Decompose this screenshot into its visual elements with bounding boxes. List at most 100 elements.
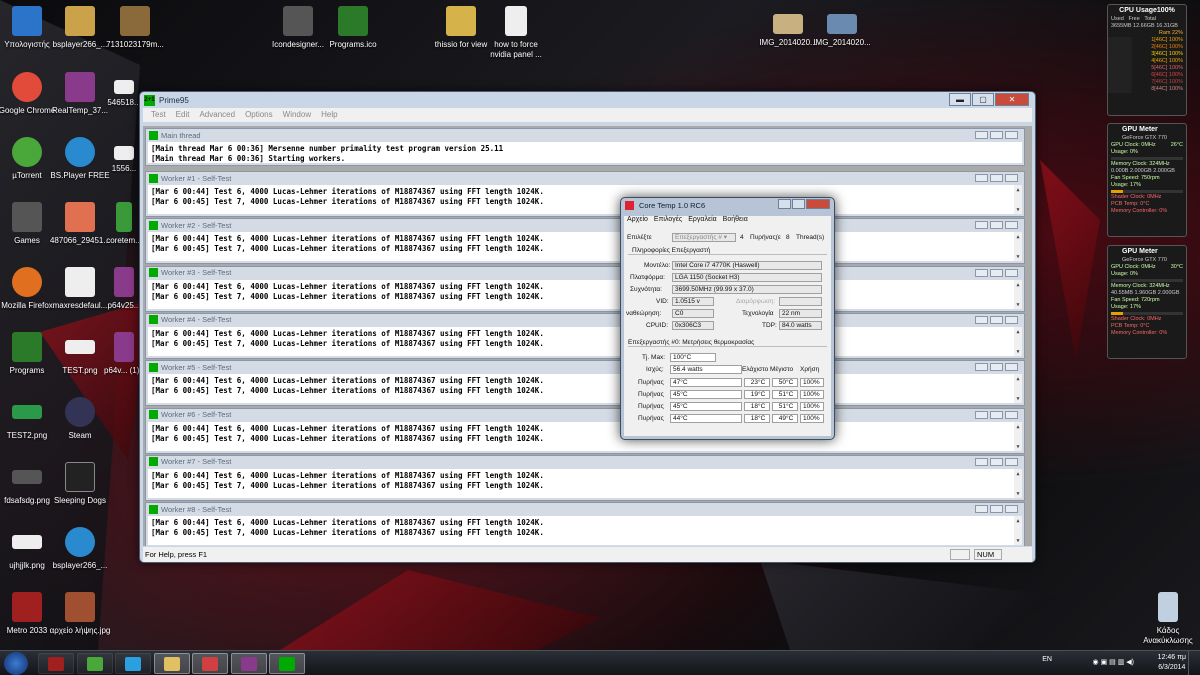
desktop-icon-archive-jpg[interactable]: αρχείο λήψης.jpg: [49, 592, 111, 636]
close-button[interactable]: [1005, 363, 1018, 372]
close-button[interactable]: ✕: [995, 93, 1029, 106]
menu-tools[interactable]: Εργαλεία: [688, 216, 716, 226]
worker-window-2[interactable]: Worker #2 - Self-Test [Mar 6 00:44] Test …: [145, 218, 1025, 265]
desktop-icon-1556[interactable]: 1556...: [104, 146, 144, 174]
desktop-icon-bsplayer-archive[interactable]: bsplayer266_...: [49, 6, 111, 50]
desktop-icon-546518[interactable]: 546518...: [104, 80, 144, 108]
cpu-usage-gadget[interactable]: CPU Usage100% Used Free Total 3655MB 12.…: [1107, 4, 1187, 116]
close-button[interactable]: [1005, 410, 1018, 419]
worker-log[interactable]: [Mar 6 00:44] Test 6, 4000 Lucas-Lehmer …: [148, 374, 1022, 404]
desktop-icon-sleeping-dogs[interactable]: Sleeping Dogs: [49, 462, 111, 506]
tray-icons[interactable]: ◉ ▣ ▤ ▥ ◀): [1093, 658, 1134, 666]
taskbar-button-explorer[interactable]: [153, 653, 190, 674]
maximize-button[interactable]: [990, 221, 1003, 230]
show-desktop-button[interactable]: [1188, 651, 1200, 675]
maximize-button[interactable]: [990, 174, 1003, 182]
desktop-icon-img1[interactable]: IMG_2014020...: [757, 14, 819, 48]
gpu-meter-gadget-1[interactable]: GPU Meter GeForce GTX 770 GPU Clock: 0MH…: [1107, 123, 1187, 237]
desktop-icon-steam[interactable]: Steam: [49, 397, 111, 441]
minimize-button[interactable]: [975, 131, 988, 139]
minimize-button[interactable]: ▬: [949, 93, 971, 106]
scrollbar[interactable]: ▲ ▼: [1014, 232, 1022, 262]
minimize-button[interactable]: [975, 457, 988, 466]
maximize-button[interactable]: [990, 131, 1003, 139]
desktop-icon-p64v-1[interactable]: p64v... (1)...: [104, 332, 144, 376]
worker-window-1[interactable]: Worker #1 - Self-Test [Mar 6 00:44] Test …: [145, 171, 1025, 217]
clock[interactable]: 12:46 πμ 6/3/2014: [1158, 653, 1186, 673]
worker-window-7[interactable]: Worker #7 - Self-Test [Mar 6 00:44] Test …: [145, 454, 1025, 501]
desktop-icon-coretemp[interactable]: coretem...: [104, 202, 144, 246]
worker-window-5[interactable]: Worker #5 - Self-Test [Mar 6 00:44] Test …: [145, 360, 1025, 407]
worker-log[interactable]: [Mar 6 00:44] Test 6, 4000 Lucas-Lehmer …: [148, 232, 1022, 262]
minimize-button[interactable]: [975, 221, 988, 230]
minimize-button[interactable]: [975, 315, 988, 324]
menu-advanced[interactable]: Advanced: [195, 108, 239, 122]
maximize-button[interactable]: [990, 363, 1003, 372]
desktop-icon-programs-ico[interactable]: Programs.ico: [322, 6, 384, 50]
maximize-button[interactable]: [990, 457, 1003, 466]
close-button[interactable]: [1005, 505, 1018, 514]
taskbar-button-metro[interactable]: [38, 653, 74, 674]
desktop-icon-maxresdefault[interactable]: maxresdefaul...: [49, 267, 111, 311]
close-button[interactable]: [1005, 221, 1018, 230]
worker-window-8[interactable]: Worker #8 - Self-Test [Mar 6 00:44] Test …: [145, 502, 1025, 546]
worker-window-6[interactable]: Worker #6 - Self-Test [Mar 6 00:44] Test …: [145, 407, 1025, 454]
processor-select[interactable]: Επεξεργαστής # ▾: [672, 233, 736, 242]
scrollbar[interactable]: ▲ ▼: [1014, 279, 1022, 309]
scrollbar[interactable]: ▲ ▼: [1014, 468, 1022, 498]
desktop-icon-realtemp[interactable]: RealTemp_37...: [49, 72, 111, 116]
desktop-icon-recycle-bin[interactable]: Κάδος Ανακύκλωσης: [1137, 592, 1199, 646]
desktop-icon-test[interactable]: TEST.png: [49, 332, 111, 376]
desktop-icon-thissio[interactable]: thissio for view: [430, 6, 492, 50]
start-button[interactable]: [4, 652, 28, 675]
menu-options[interactable]: Options: [241, 108, 277, 122]
coretemp-window[interactable]: Core Temp 1.0 RC6 Αρχείο Επιλογές Εργαλε…: [620, 197, 835, 440]
close-button[interactable]: [1005, 131, 1018, 139]
scrollbar[interactable]: ▲ ▼: [1014, 516, 1022, 546]
scrollbar[interactable]: ▲ ▼: [1014, 374, 1022, 404]
menu-file[interactable]: Αρχείο: [627, 216, 648, 226]
taskbar-button-prime95[interactable]: [269, 653, 305, 674]
close-button[interactable]: [1005, 315, 1018, 324]
menu-help[interactable]: Βοήθεια: [723, 216, 748, 226]
maximize-button[interactable]: [990, 315, 1003, 324]
taskbar-button-utorrent[interactable]: [76, 653, 113, 674]
menu-test[interactable]: Test: [147, 108, 170, 122]
prime95-titlebar[interactable]: 2+1 Prime95: [140, 92, 1035, 108]
scrollbar[interactable]: ▲ ▼: [1014, 326, 1022, 356]
worker-log[interactable]: [Mar 6 00:44] Test 6, 4000 Lucas-Lehmer …: [148, 516, 1022, 546]
worker-log[interactable]: [Mar 6 00:44] Test 6, 4000 Lucas-Lehmer …: [148, 185, 1022, 214]
taskbar-button-coretemp[interactable]: [192, 653, 228, 674]
close-button[interactable]: [1005, 174, 1018, 182]
taskbar-button-skype[interactable]: [115, 653, 151, 674]
scrollbar[interactable]: ▲ ▼: [1014, 185, 1022, 214]
main-thread-window[interactable]: Main thread [Main thread Mar 6 00:36] Me…: [145, 128, 1025, 166]
menu-window[interactable]: Window: [279, 108, 315, 122]
worker-log[interactable]: [Mar 6 00:44] Test 6, 4000 Lucas-Lehmer …: [148, 421, 1022, 451]
worker-log[interactable]: [Mar 6 00:44] Test 6, 4000 Lucas-Lehmer …: [148, 468, 1022, 498]
worker-log[interactable]: [Mar 6 00:44] Test 6, 4000 Lucas-Lehmer …: [148, 279, 1022, 309]
desktop-icon-icondesigner[interactable]: Icondesigner...: [267, 6, 329, 50]
desktop-icon-how-to-force[interactable]: how to force nvidia panel ...: [485, 6, 547, 60]
menu-help[interactable]: Help: [317, 108, 341, 122]
desktop-icon-img2[interactable]: IMG_2014020...: [811, 14, 873, 48]
close-button[interactable]: [1005, 457, 1018, 466]
desktop-icon-487066[interactable]: 487066_29451...: [49, 202, 111, 246]
maximize-button[interactable]: [792, 199, 805, 209]
minimize-button[interactable]: [975, 174, 988, 182]
maximize-button[interactable]: [990, 268, 1003, 277]
gpu-meter-gadget-2[interactable]: GPU Meter GeForce GTX 770 GPU Clock: 0MH…: [1107, 245, 1187, 359]
worker-window-3[interactable]: Worker #3 - Self-Test [Mar 6 00:44] Test …: [145, 265, 1025, 312]
worker-window-4[interactable]: Worker #4 - Self-Test [Mar 6 00:44] Test …: [145, 312, 1025, 359]
minimize-button[interactable]: [778, 199, 791, 209]
maximize-button[interactable]: [990, 505, 1003, 514]
taskbar-button-winrar[interactable]: [230, 653, 267, 674]
close-button[interactable]: [1005, 268, 1018, 277]
desktop-icon-7131023179[interactable]: 7131023179m...: [104, 6, 166, 50]
main-thread-log[interactable]: [Main thread Mar 6 00:36] Mersenne numbe…: [148, 142, 1022, 163]
desktop-icon-bsplayer[interactable]: BS.Player FREE: [49, 137, 111, 181]
menu-options[interactable]: Επιλογές: [654, 216, 682, 226]
desktop-icon-p64v25[interactable]: p64v25...: [104, 267, 144, 311]
menu-edit[interactable]: Edit: [172, 108, 194, 122]
scrollbar[interactable]: ▲ ▼: [1014, 421, 1022, 451]
